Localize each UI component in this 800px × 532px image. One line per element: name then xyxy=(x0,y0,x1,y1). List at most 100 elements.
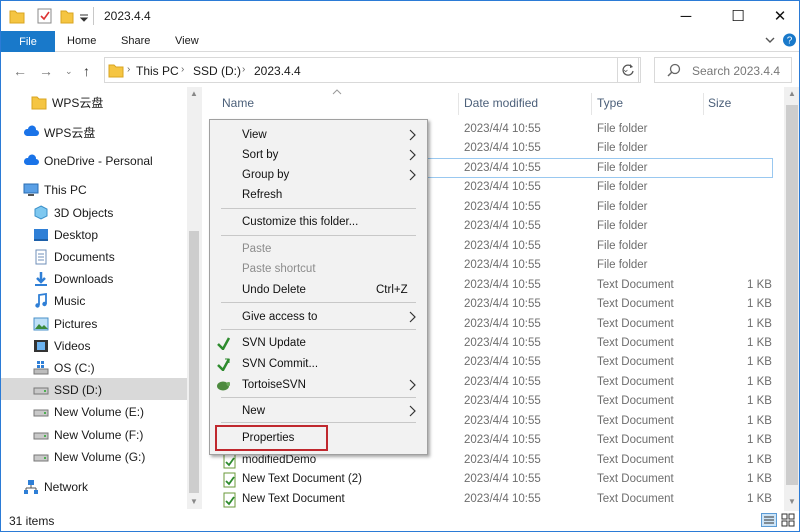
nav-item[interactable]: OneDrive - Personal xyxy=(23,151,153,171)
menu-item-sort-by[interactable]: Sort by xyxy=(210,146,427,166)
submenu-arrow-icon xyxy=(409,169,416,181)
menu-item-label: Group by xyxy=(242,169,290,181)
customize-quick-access-icon[interactable] xyxy=(79,7,89,25)
up-arrow-icon[interactable]: ↑ xyxy=(83,63,90,79)
window-title: 2023.4.4 xyxy=(104,9,151,23)
minimize-button[interactable]: ─ xyxy=(663,1,709,31)
breadcrumb-separator-icon[interactable]: › xyxy=(242,64,245,75)
file-type: Text Document xyxy=(597,453,674,466)
tab-view[interactable]: View xyxy=(175,35,199,47)
file-date: 2023/4/4 10:55 xyxy=(464,395,541,408)
search-box[interactable]: Search 2023.4.4 xyxy=(654,57,792,83)
menu-item-group-by[interactable]: Group by xyxy=(210,166,427,186)
nav-item-label: Pictures xyxy=(54,317,98,331)
column-header-size[interactable]: Size xyxy=(708,96,731,110)
nav-item[interactable]: New Volume (G:) xyxy=(33,447,145,467)
drive-icon xyxy=(33,454,49,462)
search-placeholder: Search 2023.4.4 xyxy=(692,64,781,78)
nav-item[interactable]: Downloads xyxy=(33,269,113,289)
download-icon xyxy=(35,272,47,286)
list-scrollbar-thumb[interactable] xyxy=(786,105,798,485)
nav-item[interactable]: Music xyxy=(33,291,85,311)
file-name: modifiedDemo xyxy=(242,453,317,466)
menu-item-new[interactable]: New xyxy=(210,402,427,422)
folder-icon xyxy=(108,64,124,78)
computer-icon xyxy=(23,183,39,196)
nav-item[interactable]: Videos xyxy=(33,336,90,356)
file-size: 1 KB xyxy=(747,336,772,349)
recent-locations-chevron-icon[interactable]: ⌄ xyxy=(65,66,73,77)
tab-share[interactable]: Share xyxy=(121,35,150,47)
large-icons-view-icon[interactable] xyxy=(781,513,795,527)
menu-item-tortoisesvn[interactable]: TortoiseSVN xyxy=(210,376,427,396)
help-icon[interactable]: ? xyxy=(782,32,797,48)
back-arrow-icon[interactable]: ← xyxy=(13,63,27,79)
menu-item-svn-commit[interactable]: SVN Commit... xyxy=(210,355,427,375)
cloud-icon xyxy=(23,154,39,165)
chevron-down-icon[interactable] xyxy=(764,33,776,47)
svn-update-icon xyxy=(217,337,230,350)
nav-item[interactable]: OS (C:) xyxy=(33,358,95,378)
nav-item[interactable]: Pictures xyxy=(33,314,97,334)
file-date: 2023/4/4 10:55 xyxy=(464,473,541,486)
file-date: 2023/4/4 10:55 xyxy=(464,434,541,447)
breadcrumb-separator-icon[interactable]: › xyxy=(181,64,184,75)
scroll-up-icon[interactable]: ▲ xyxy=(190,89,198,98)
breadcrumb-separator-icon[interactable]: › xyxy=(127,64,130,75)
file-date: 2023/4/4 10:55 xyxy=(464,220,541,233)
nav-item-label: Desktop xyxy=(54,228,99,242)
close-button[interactable]: ✕ xyxy=(757,1,799,31)
tab-file[interactable]: File xyxy=(1,31,55,52)
nav-item[interactable]: WPS云盘 xyxy=(31,92,103,112)
menu-item-undo-delete[interactable]: Undo Delete Ctrl+Z xyxy=(210,281,427,301)
nav-item[interactable]: This PC xyxy=(23,180,87,200)
column-divider[interactable] xyxy=(591,93,592,115)
column-header-name[interactable]: Name xyxy=(222,96,254,110)
scroll-down-icon[interactable]: ▼ xyxy=(788,497,796,506)
forward-arrow-icon[interactable]: → xyxy=(39,63,53,79)
menu-item-paste-shortcut: Paste shortcut xyxy=(210,260,427,280)
column-divider[interactable] xyxy=(703,93,704,115)
nav-item[interactable]: Network xyxy=(23,477,88,497)
properties-icon[interactable] xyxy=(37,7,53,25)
tab-home[interactable]: Home xyxy=(67,35,96,47)
file-date: 2023/4/4 10:55 xyxy=(464,142,541,155)
breadcrumb-current-folder[interactable]: 2023.4.4 xyxy=(254,64,301,78)
nav-item-label: Downloads xyxy=(54,272,114,286)
file-date: 2023/4/4 10:55 xyxy=(464,181,541,194)
file-type: Text Document xyxy=(597,317,674,330)
nav-item[interactable]: SSD (D:) xyxy=(33,380,102,400)
address-bar[interactable]: › This PC › SSD (D:) › 2023.4.4 ⌄ xyxy=(104,57,641,83)
scroll-down-icon[interactable]: ▼ xyxy=(190,497,198,506)
column-divider[interactable] xyxy=(458,93,459,115)
menu-item-customize-this-folder[interactable]: Customize this folder... xyxy=(210,213,427,233)
file-size: 1 KB xyxy=(747,298,772,311)
file-type: Text Document xyxy=(597,473,674,486)
table-row[interactable]: New Text Document 2023/4/4 10:55 Text Docu… xyxy=(217,490,773,510)
nav-item[interactable]: New Volume (E:) xyxy=(33,402,144,422)
breadcrumb-ssd[interactable]: SSD (D:) xyxy=(193,64,241,78)
new-folder-icon[interactable] xyxy=(60,7,74,25)
videos-icon xyxy=(34,340,48,352)
nav-item[interactable]: WPS云盘 xyxy=(23,122,95,142)
menu-item-refresh[interactable]: Refresh xyxy=(210,186,427,206)
breadcrumb-this-pc[interactable]: This PC xyxy=(136,64,179,78)
scroll-up-icon[interactable]: ▲ xyxy=(788,89,796,98)
title-divider xyxy=(93,7,94,25)
maximize-button[interactable]: ☐ xyxy=(715,1,761,31)
nav-item[interactable]: Documents xyxy=(33,247,115,267)
nav-scrollbar-thumb[interactable] xyxy=(189,231,199,493)
nav-item[interactable]: New Volume (F:) xyxy=(33,425,143,445)
menu-item-give-access-to[interactable]: Give access to xyxy=(210,308,427,328)
refresh-icon xyxy=(622,64,634,76)
refresh-button[interactable] xyxy=(617,57,639,83)
menu-item-svn-update[interactable]: SVN Update xyxy=(210,334,427,354)
table-row[interactable]: New Text Document (2) 2023/4/4 10:55 Text … xyxy=(217,470,773,490)
column-header-date-modified[interactable]: Date modified xyxy=(464,96,538,110)
column-header-type[interactable]: Type xyxy=(597,96,623,110)
file-date: 2023/4/4 10:55 xyxy=(464,414,541,427)
nav-item[interactable]: Desktop xyxy=(33,225,98,245)
nav-item[interactable]: 3D Objects xyxy=(33,203,113,223)
menu-item-view[interactable]: View xyxy=(210,126,427,146)
details-view-icon[interactable] xyxy=(761,513,777,527)
